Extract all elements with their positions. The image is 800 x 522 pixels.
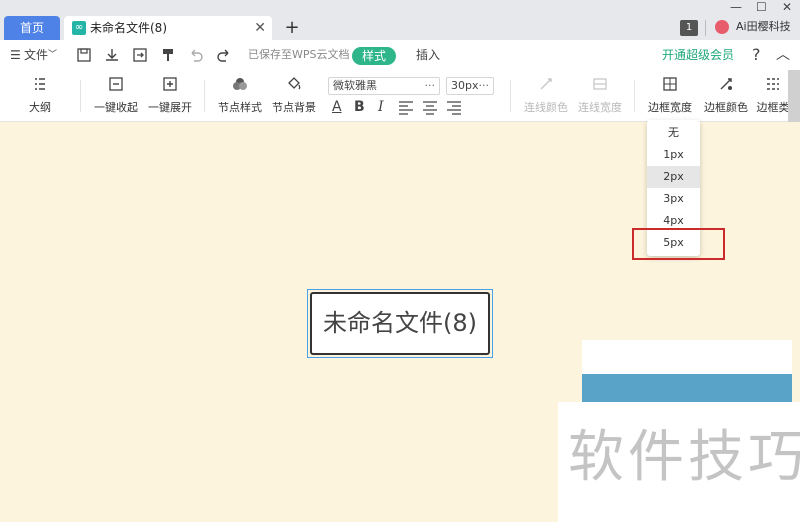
paint-bucket-icon [288,77,301,90]
divider [634,80,635,112]
close-window-icon[interactable]: ✕ [782,0,792,14]
collapse-ribbon-icon[interactable]: ︿ [776,40,790,70]
save-icon[interactable] [76,47,92,63]
ribbon-toolbar: 大纲 一键收起 一键展开 节点样式 节点背景 微软雅黑 ··· 30px ···… [0,70,800,122]
dropdown-option-1px[interactable]: 1px [647,144,700,166]
align-left-icon[interactable] [398,98,414,116]
side-panel-bar [582,374,792,404]
border-width-button[interactable]: 边框宽度 [646,76,694,118]
node-style-button[interactable]: 节点样式 [216,76,264,118]
download-icon[interactable] [104,47,120,63]
outline-icon [35,78,45,90]
font-color-button[interactable]: A [332,98,342,116]
minimize-icon[interactable]: — [730,0,742,14]
mindmap-icon: ∞ [72,21,86,35]
node-background-button[interactable]: 节点背景 [270,76,318,118]
line-width-button[interactable]: 连线宽度 [576,76,624,118]
align-right-icon[interactable] [446,98,462,116]
export-icon[interactable] [132,47,148,63]
palette-icon [233,78,247,90]
chevron-down-icon[interactable]: ﹀ [48,40,57,70]
save-status: 已保存至WPS云文档 [248,48,350,61]
new-tab-button[interactable]: + [282,16,302,40]
ribbon-scroll-handle[interactable] [788,70,800,122]
divider [80,80,81,112]
border-width-icon [663,77,677,91]
redo-icon[interactable] [216,47,232,63]
menu-bar: ☰ 文件 ﹀ 已保存至WPS云文档 样式 插入 开通超级会员 ? ︿ [0,40,800,70]
font-family-select[interactable]: 微软雅黑 ··· [328,77,440,95]
collapse-all-button[interactable]: 一键收起 [92,76,140,118]
window-count-badge[interactable]: 1 [680,20,698,36]
divider [510,80,511,112]
italic-button[interactable]: I [378,98,384,116]
align-center-icon[interactable] [422,98,438,116]
watermark-text: 软件技巧 [568,425,800,490]
dropdown-option-none[interactable]: 无 [647,122,700,144]
close-tab-icon[interactable]: ✕ [254,16,266,40]
border-type-icon [767,78,779,90]
expand-all-button[interactable]: 一键展开 [146,76,194,118]
avatar[interactable] [715,20,729,34]
line-color-button[interactable]: 连线颜色 [522,76,570,118]
tab-insert[interactable]: 插入 [416,40,440,70]
font-size-select[interactable]: 30px ··· [446,77,494,95]
divider [204,80,205,112]
line-color-icon [540,78,552,90]
vip-link[interactable]: 开通超级会员 [662,40,734,70]
more-icon: ··· [478,79,490,92]
tab-document[interactable]: ∞ 未命名文件(8) ✕ [64,16,272,40]
outline-button[interactable]: 大纲 [26,76,54,118]
tab-style[interactable]: 样式 [352,47,396,65]
user-name[interactable]: Ai田樱科技 [736,18,791,36]
dropdown-option-2px[interactable]: 2px [647,166,700,188]
tab-home[interactable]: 首页 [4,16,60,40]
plus-box-icon [163,77,177,91]
highlight-box [632,228,725,260]
format-painter-icon[interactable] [160,47,176,63]
root-node[interactable]: 未命名文件(8) [310,292,490,355]
hamburger-icon[interactable]: ☰ [10,40,21,70]
maximize-icon[interactable]: ☐ [756,0,767,14]
minus-box-icon [109,77,123,91]
more-icon: ··· [424,79,436,92]
tab-document-title: 未命名文件(8) [90,21,167,35]
undo-icon[interactable] [188,47,204,63]
file-menu[interactable]: 文件 [24,40,48,70]
tab-bar: 首页 ∞ 未命名文件(8) ✕ + — ☐ ✕ 1 Ai田樱科技 [0,0,800,40]
dropdown-option-3px[interactable]: 3px [647,188,700,210]
divider [705,20,706,36]
border-type-button[interactable]: 边框类 [756,76,790,118]
line-width-icon [593,78,607,90]
border-color-icon [720,78,732,90]
help-icon[interactable]: ? [752,40,761,70]
bold-button[interactable]: B [354,98,365,116]
border-color-button[interactable]: 边框颜色 [702,76,750,118]
